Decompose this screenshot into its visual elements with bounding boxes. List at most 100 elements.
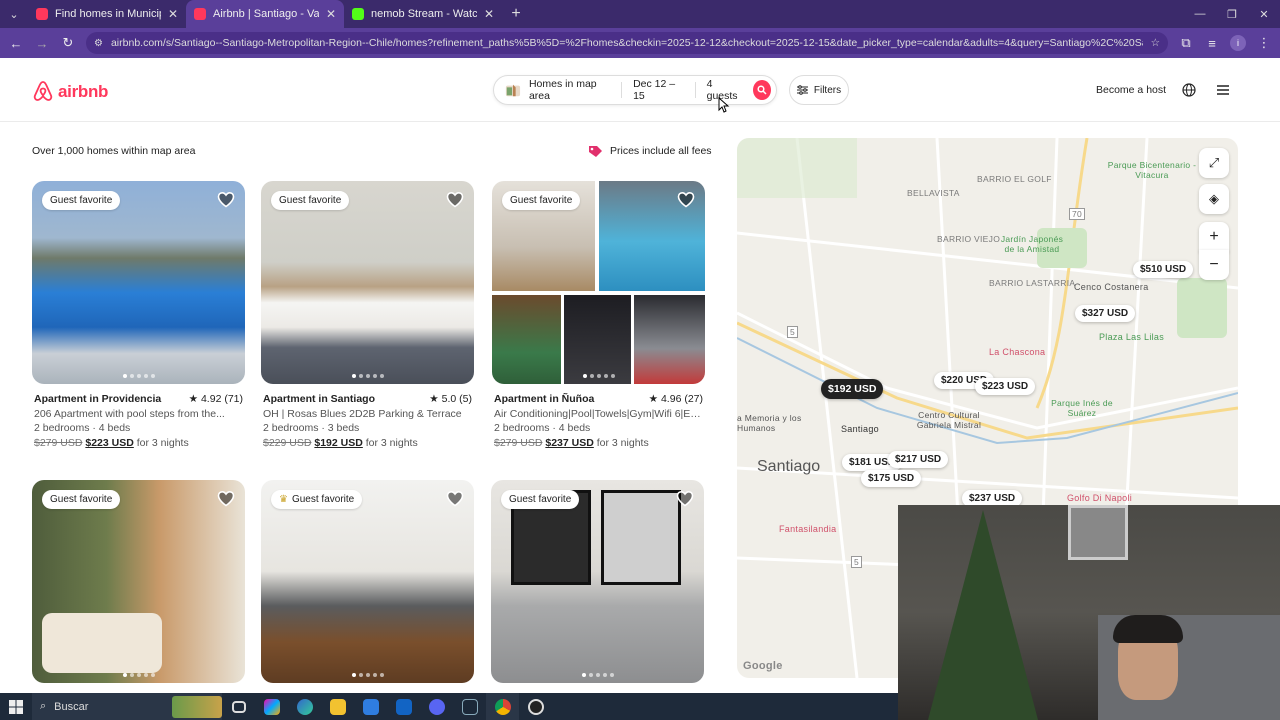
file-explorer-icon[interactable] bbox=[321, 693, 354, 720]
media-icon[interactable]: ≡ bbox=[1200, 31, 1224, 55]
listing-photo[interactable]: Guest favorite bbox=[32, 480, 245, 683]
chrome-icon[interactable] bbox=[486, 693, 519, 720]
search-icon: ⌕ bbox=[40, 700, 47, 712]
listing-title: 206 Apartment with pool steps from the..… bbox=[34, 407, 225, 420]
badge-label: Guest favorite bbox=[50, 195, 113, 206]
expand-map-icon[interactable]: ⤢ bbox=[1199, 148, 1229, 178]
listing-photo[interactable]: Guest favorite bbox=[32, 181, 245, 384]
guest-favorite-badge: Guest favorite bbox=[501, 490, 580, 509]
listing-photo[interactable]: Guest favorite bbox=[491, 480, 704, 683]
bookmark-star-icon[interactable]: ☆ bbox=[1151, 37, 1160, 49]
map-price-pin[interactable]: $327 USD bbox=[1075, 305, 1136, 322]
price-fees-toggle[interactable]: Prices include all fees bbox=[586, 143, 712, 159]
dates-field[interactable]: Dec 12 – 15 bbox=[622, 76, 695, 104]
badge-label: Guest favorite bbox=[50, 494, 113, 505]
wishlist-heart-icon[interactable] bbox=[446, 191, 464, 213]
language-globe-icon[interactable] bbox=[1181, 82, 1197, 103]
map-price-pin-selected[interactable]: $192 USD bbox=[821, 379, 884, 399]
zoom-out-button[interactable]: − bbox=[1199, 250, 1229, 280]
back-icon[interactable]: ← bbox=[4, 31, 28, 55]
discounted-price[interactable]: $223 USD bbox=[85, 437, 133, 449]
listing-card[interactable]: Guest favorite Apartment in Providencia ★… bbox=[32, 181, 245, 450]
browser-menu-icon[interactable]: ⋮ bbox=[1252, 31, 1276, 55]
minimize-icon[interactable]: — bbox=[1184, 0, 1216, 28]
listing-rating: ★ 4.96 (27) bbox=[648, 393, 703, 405]
listing-photo[interactable]: Guest favorite bbox=[492, 181, 705, 384]
discounted-price[interactable]: $192 USD bbox=[314, 437, 362, 449]
map-price-pin[interactable]: $510 USD bbox=[1133, 261, 1194, 278]
mouse-cursor-icon bbox=[718, 97, 730, 113]
listing-beds: 2 bedrooms · 4 beds bbox=[494, 422, 591, 434]
original-price: $279 USD bbox=[494, 436, 543, 449]
filters-button[interactable]: Filters bbox=[789, 75, 849, 105]
map-price-pin[interactable]: $223 USD bbox=[975, 378, 1036, 395]
site-info-icon[interactable]: ⚙ bbox=[94, 38, 103, 49]
listing-photo[interactable]: Guest favorite bbox=[261, 181, 474, 384]
wishlist-heart-icon[interactable] bbox=[217, 191, 235, 213]
listing-price: $279 USD $237 USD for 3 nights bbox=[494, 436, 703, 451]
listing-card[interactable]: Guest favorite Apartment in Ñuñoa ★ 4.96 … bbox=[492, 181, 705, 450]
close-tab-icon[interactable]: ✕ bbox=[168, 7, 178, 21]
badge-label: Guest favorite bbox=[291, 494, 355, 505]
new-tab-button[interactable]: + bbox=[502, 0, 530, 28]
listing-price: $279 USD $223 USD for 3 nights bbox=[34, 436, 243, 451]
airbnb-favicon-icon bbox=[36, 8, 48, 20]
discord-icon[interactable] bbox=[420, 693, 453, 720]
obs-icon[interactable] bbox=[519, 693, 552, 720]
listing-card[interactable]: Guest favorite Apartment in Santiago ★ 5.… bbox=[261, 181, 474, 450]
forward-icon[interactable]: → bbox=[30, 31, 54, 55]
listing-card[interactable]: Guest favorite bbox=[32, 480, 245, 683]
steam-icon[interactable] bbox=[453, 693, 486, 720]
results-count: Over 1,000 homes within map area bbox=[32, 145, 196, 157]
task-view-icon[interactable] bbox=[222, 693, 255, 720]
user-menu-icon[interactable] bbox=[1215, 82, 1231, 103]
search-bar[interactable]: Homes in map area Dec 12 – 15 4 guests bbox=[493, 75, 777, 105]
wishlist-heart-icon[interactable] bbox=[446, 490, 464, 512]
map-price-pin[interactable]: $217 USD bbox=[888, 451, 949, 468]
close-window-icon[interactable]: ✕ bbox=[1248, 0, 1280, 28]
discounted-price[interactable]: $237 USD bbox=[545, 437, 593, 449]
restore-icon[interactable]: ❐ bbox=[1216, 0, 1248, 28]
extensions-icon[interactable]: ⧉ bbox=[1174, 31, 1198, 55]
zoom-in-button[interactable]: + bbox=[1199, 222, 1229, 252]
browser-tab-1[interactable]: Find homes in Municipality of S ✕ bbox=[28, 0, 186, 28]
location-field[interactable]: Homes in map area bbox=[494, 76, 621, 104]
route-number: 70 bbox=[1069, 208, 1086, 220]
profile-icon[interactable]: i bbox=[1226, 31, 1250, 55]
location-label: Homes in map area bbox=[528, 78, 597, 102]
listing-beds: 2 bedrooms · 3 beds bbox=[263, 422, 360, 434]
outlook-icon[interactable] bbox=[387, 693, 420, 720]
map-price-pin[interactable]: $175 USD bbox=[861, 470, 922, 487]
tab-search-icon[interactable]: ⌄ bbox=[0, 0, 28, 28]
browser-tab-3[interactable]: nemob Stream - Watch Live on ✕ bbox=[344, 0, 502, 28]
search-button[interactable] bbox=[753, 80, 771, 100]
address-bar[interactable]: ⚙ airbnb.com/s/Santiago--Santiago-Metrop… bbox=[86, 32, 1168, 54]
browser-tab-2[interactable]: Airbnb | Santiago - Vacation Re ✕ bbox=[186, 0, 344, 28]
badge-label: Guest favorite bbox=[279, 195, 342, 206]
airbnb-favicon-icon bbox=[194, 8, 206, 20]
close-tab-icon[interactable]: ✕ bbox=[326, 7, 336, 21]
listing-type: Apartment in Providencia bbox=[34, 393, 162, 405]
edge-icon[interactable] bbox=[288, 693, 321, 720]
filters-icon bbox=[796, 85, 808, 95]
reload-icon[interactable]: ↻ bbox=[56, 31, 80, 55]
map-label: Cenco Costanera bbox=[1074, 282, 1149, 292]
map-layers-icon[interactable]: ◈ bbox=[1199, 184, 1229, 214]
map-label: Plaza Las Lilas bbox=[1099, 332, 1165, 342]
wishlist-heart-icon[interactable] bbox=[217, 490, 235, 512]
close-tab-icon[interactable]: ✕ bbox=[484, 7, 494, 21]
listing-card[interactable]: Guest favorite bbox=[491, 480, 704, 683]
airbnb-logo[interactable]: airbnb bbox=[32, 80, 108, 104]
original-price: $279 USD bbox=[34, 436, 83, 449]
listing-card[interactable]: ♛ Guest favorite bbox=[261, 480, 474, 683]
wishlist-heart-icon[interactable] bbox=[677, 191, 695, 213]
taskbar-search-box[interactable]: ⌕ Buscar bbox=[32, 693, 222, 720]
route-number: 5 bbox=[787, 326, 799, 338]
listing-photo[interactable]: ♛ Guest favorite bbox=[261, 480, 474, 683]
wishlist-heart-icon[interactable] bbox=[676, 490, 694, 512]
become-host-link[interactable]: Become a host bbox=[1096, 84, 1166, 96]
map-label: Fantasilandia bbox=[779, 524, 837, 534]
windows-start-icon[interactable] bbox=[0, 693, 32, 720]
store-icon[interactable] bbox=[354, 693, 387, 720]
copilot-icon[interactable] bbox=[255, 693, 288, 720]
